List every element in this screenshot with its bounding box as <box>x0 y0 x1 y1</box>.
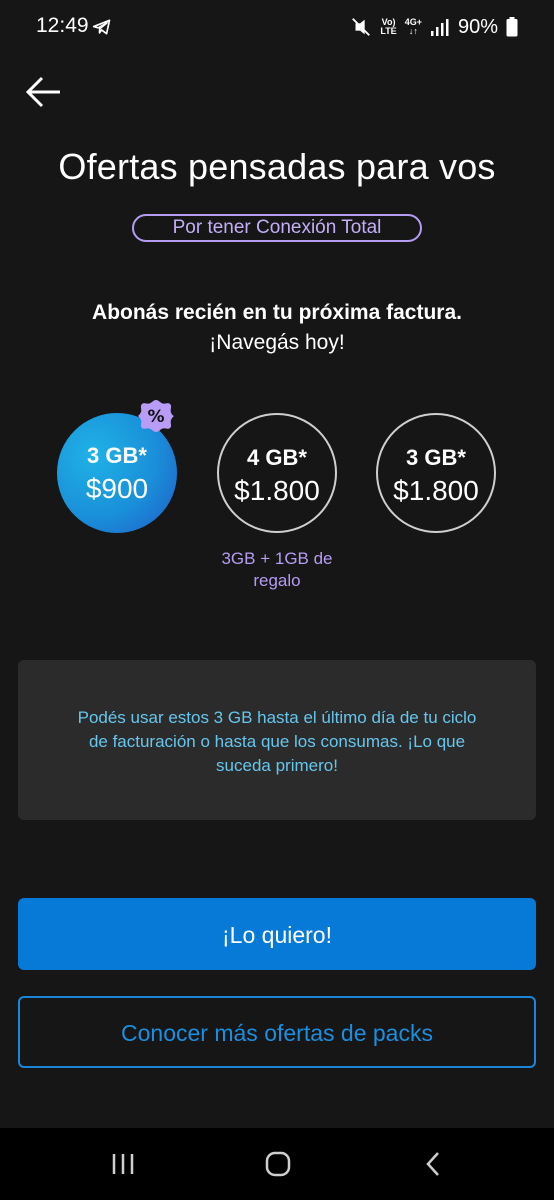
arrow-left-icon <box>25 76 60 108</box>
pack-note: 3GB + 1GB de regalo <box>221 549 333 590</box>
discount-symbol: % <box>147 407 164 427</box>
screen: 12:49 Vo) LTE 4G+ ↓↑ 90% Ofertas pensada… <box>0 0 554 1200</box>
vibrate-mute-icon <box>352 18 371 36</box>
volte-bottom-label: LTE <box>380 26 397 36</box>
battery-percent: 90% <box>457 15 498 38</box>
recents-icon[interactable] <box>103 1146 143 1182</box>
volte-indicator: Vo) LTE <box>380 18 396 36</box>
status-bar: 12:49 Vo) LTE 4G+ ↓↑ 90% <box>0 0 554 54</box>
discount-percent-icon: % <box>138 400 174 432</box>
pack-gb: 3 GB* <box>87 443 147 468</box>
battery-icon <box>506 17 518 37</box>
page-title: Ofertas pensadas para vos <box>58 146 496 187</box>
promo-badge: Por tener Conexión Total <box>132 214 422 242</box>
info-box: Podés usar estos 3 GB hasta el último dí… <box>18 660 536 820</box>
system-nav-bar <box>0 1128 554 1200</box>
status-time: 12:49 <box>36 14 89 37</box>
pack-option-2[interactable]: 4 GB* $1.800 <box>217 413 337 533</box>
pack-gb: 3 GB* <box>406 445 466 470</box>
pack-price: $1.800 <box>234 475 320 506</box>
signal-icon <box>430 19 449 36</box>
more-offers-button[interactable]: Conocer más ofertas de packs <box>18 996 536 1068</box>
back-button[interactable] <box>22 70 66 114</box>
subtitle-line-2: ¡Navegás hoy! <box>209 331 345 354</box>
pack-price: $900 <box>85 473 149 504</box>
pack-price: $1.800 <box>393 475 479 506</box>
buy-button[interactable]: ¡Lo quiero! <box>18 898 536 970</box>
data-arrows-icon: ↓↑ <box>408 26 418 36</box>
data-indicator: 4G+ ↓↑ <box>405 18 422 36</box>
telegram-icon <box>92 19 111 35</box>
info-text: Podés usar estos 3 GB hasta el último dí… <box>77 708 477 775</box>
status-icons: Vo) LTE 4G+ ↓↑ 90% <box>350 12 518 42</box>
subtitle: Abonás recién en tu próxima factura. ¡Na… <box>0 298 554 358</box>
home-icon[interactable] <box>258 1146 298 1182</box>
subtitle-line-1: Abonás recién en tu próxima factura. <box>92 301 462 324</box>
nav-back-icon[interactable] <box>414 1146 454 1182</box>
pack-option-3[interactable]: 3 GB* $1.800 <box>376 413 496 533</box>
pack-gb: 4 GB* <box>247 445 307 470</box>
